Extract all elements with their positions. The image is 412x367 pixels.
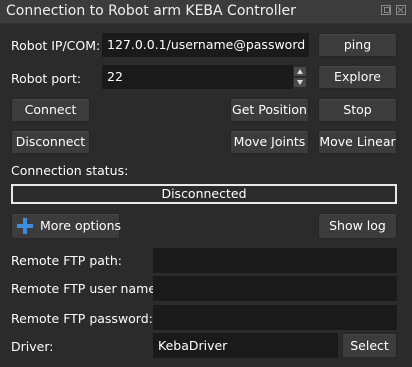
spin-up-icon[interactable] [293,66,307,77]
ftp-path-label: Remote FTP path: [11,253,122,268]
ftp-path-input[interactable] [153,248,397,273]
ftp-user-input[interactable] [153,276,397,301]
connection-status-bar: Disconnected [11,184,397,204]
plus-icon [17,218,33,234]
ftp-password-input[interactable] [153,305,397,330]
get-position-button[interactable]: Get Position [230,98,309,122]
stop-button[interactable]: Stop [318,98,397,122]
title-bar[interactable]: Connection to Robot arm KEBA Controller [0,0,412,24]
driver-label: Driver: [11,339,54,354]
select-driver-button[interactable]: Select [342,333,397,358]
disconnect-button[interactable]: Disconnect [11,130,90,154]
connection-status-label: Connection status: [11,163,129,178]
port-spinbox-buttons[interactable] [293,66,307,88]
ping-button[interactable]: ping [318,33,397,57]
ftp-password-label: Remote FTP password: [11,311,153,326]
robot-port-label: Robot port: [11,71,82,86]
move-linear-button[interactable]: Move Linear [318,130,397,154]
more-options-label: More options [40,218,121,233]
window-title: Connection to Robot arm KEBA Controller [6,3,296,19]
close-icon[interactable] [396,5,406,15]
robot-ip-label: Robot IP/COM: [11,38,101,53]
explore-button[interactable]: Explore [318,65,397,89]
move-joints-button[interactable]: Move Joints [230,130,309,154]
ftp-user-label: Remote FTP user name: [11,281,161,296]
robot-ip-input[interactable]: 127.0.0.1/username@password [102,33,309,57]
float-window-icon[interactable] [381,5,391,15]
connect-button[interactable]: Connect [11,98,90,122]
robot-port-input[interactable]: 22 [102,65,293,89]
more-options-button[interactable]: More options [11,213,121,239]
spin-down-icon[interactable] [293,77,307,88]
driver-input[interactable]: KebaDriver [153,333,338,358]
show-log-button[interactable]: Show log [318,213,397,239]
